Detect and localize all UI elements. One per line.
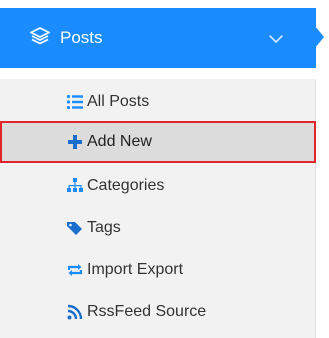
submenu-item-label: Add New — [87, 133, 152, 150]
submenu-item-label: All Posts — [87, 93, 150, 110]
submenu-item-label: Categories — [87, 177, 165, 194]
submenu-item-label: RssFeed Source — [87, 303, 207, 320]
submenu-item-import-export[interactable]: Import Export — [0, 249, 316, 291]
list-icon — [66, 93, 84, 111]
submenu-item-rssfeed-source[interactable]: RssFeed Source — [0, 291, 316, 333]
rss-icon — [66, 303, 84, 321]
active-pointer-arrow — [315, 26, 324, 48]
sitemap-icon — [66, 177, 84, 195]
submenu-item-categories[interactable]: Categories — [0, 165, 316, 207]
submenu-item-label: Tags — [87, 219, 121, 236]
plus-icon — [66, 133, 84, 151]
posts-submenu: All Posts Add New Categories Tags Import… — [0, 79, 316, 338]
submenu-item-label: Import Export — [87, 261, 184, 278]
submenu-item-tags[interactable]: Tags — [0, 207, 316, 249]
chevron-down-icon[interactable] — [268, 32, 284, 44]
posts-menu-header[interactable]: Posts — [0, 8, 324, 68]
tag-icon — [66, 219, 84, 237]
posts-menu-label: Posts — [60, 28, 103, 47]
exchange-icon — [66, 261, 84, 279]
submenu-item-all-posts[interactable]: All Posts — [0, 81, 316, 123]
layers-icon — [29, 26, 51, 46]
submenu-item-add-new[interactable]: Add New — [0, 121, 316, 163]
sidebar-menu: Posts All Posts Add New Categories Tags … — [0, 0, 329, 338]
